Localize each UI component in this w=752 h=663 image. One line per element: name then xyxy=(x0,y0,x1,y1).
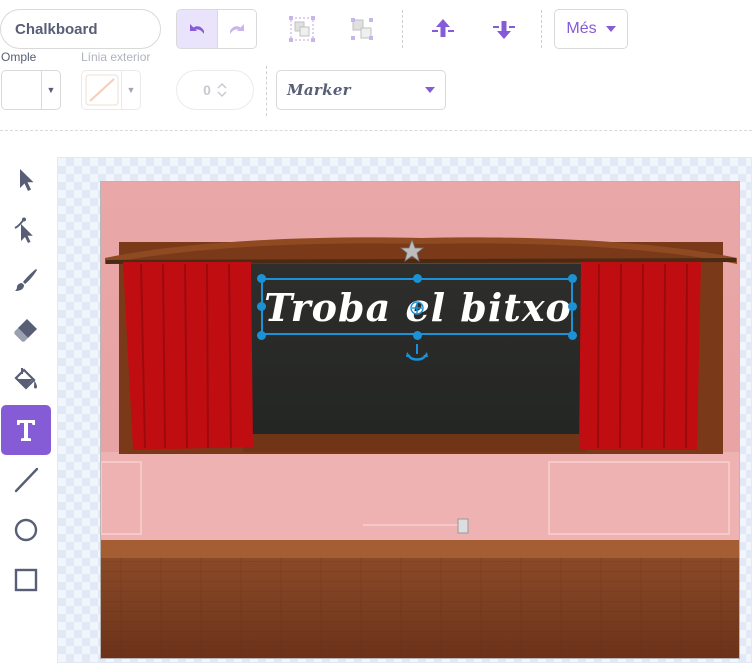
resize-handle[interactable] xyxy=(568,331,577,340)
resize-handle[interactable] xyxy=(257,331,266,340)
eraser-icon xyxy=(14,319,37,342)
outline-width-input[interactable]: 0 xyxy=(176,70,254,110)
resize-handle[interactable] xyxy=(413,274,422,283)
outline-color-picker[interactable]: ▼ xyxy=(81,70,141,110)
forward-button[interactable] xyxy=(423,9,463,49)
backdrop-image xyxy=(100,181,740,659)
forward-icon xyxy=(432,19,454,37)
backward-icon xyxy=(493,21,515,39)
reshape-tool[interactable] xyxy=(1,205,51,255)
group-button[interactable] xyxy=(282,9,322,49)
reshape-icon xyxy=(14,217,33,243)
outline-color-swatch xyxy=(82,71,122,109)
line-tool[interactable] xyxy=(1,455,51,505)
caret-down-icon xyxy=(425,87,435,93)
undo-icon xyxy=(189,24,204,34)
resize-handle[interactable] xyxy=(413,331,422,340)
resize-handle[interactable] xyxy=(568,302,577,311)
outline-width-value: 0 xyxy=(203,82,211,98)
circle-tool[interactable] xyxy=(1,505,51,555)
circle-icon xyxy=(14,518,38,542)
select-tool[interactable] xyxy=(1,155,51,205)
resize-handle[interactable] xyxy=(257,274,266,283)
redo-icon xyxy=(229,24,244,34)
rectangle-icon xyxy=(14,568,38,592)
toolbar-divider xyxy=(402,10,403,48)
toolbar-bottom-divider xyxy=(0,130,752,131)
caret-down-icon: ▼ xyxy=(46,85,56,95)
fill-color-swatch xyxy=(2,71,42,109)
text-tool[interactable] xyxy=(1,405,51,455)
move-center-icon[interactable] xyxy=(409,300,425,316)
select-arrow-icon xyxy=(20,169,34,191)
no-color-icon xyxy=(85,74,119,106)
caret-down-icon: ▼ xyxy=(126,85,136,95)
toolbar-divider xyxy=(541,10,542,48)
outline-label: Línia exterior xyxy=(81,50,151,64)
resize-handle[interactable] xyxy=(257,302,266,311)
fill-tool[interactable] xyxy=(1,355,51,405)
backward-button[interactable] xyxy=(484,9,524,49)
undo-redo-group xyxy=(176,9,257,49)
line-icon xyxy=(14,467,39,493)
rotate-handle-icon[interactable] xyxy=(406,344,428,364)
group-icon xyxy=(289,16,315,42)
fill-bucket-icon xyxy=(14,368,37,390)
rectangle-tool[interactable] xyxy=(1,555,51,605)
redo-button[interactable] xyxy=(216,10,256,48)
more-button[interactable]: Més xyxy=(554,9,628,49)
caret-down-icon xyxy=(605,26,616,32)
ungroup-button[interactable] xyxy=(342,9,382,49)
stepper-arrows-icon xyxy=(217,83,227,97)
eraser-tool[interactable] xyxy=(1,305,51,355)
costume-name-input[interactable] xyxy=(0,9,161,49)
ungroup-icon xyxy=(351,18,373,40)
brush-tool[interactable] xyxy=(1,255,51,305)
font-selected-value: Marker xyxy=(287,81,351,99)
brush-icon xyxy=(15,269,37,291)
toolbar-divider xyxy=(266,66,267,116)
more-label: Més xyxy=(566,20,597,37)
resize-handle[interactable] xyxy=(568,274,577,283)
text-icon xyxy=(17,420,35,441)
fill-label: Omple xyxy=(1,50,37,64)
undo-button[interactable] xyxy=(177,10,217,48)
fill-color-picker[interactable]: ▼ xyxy=(1,70,61,110)
font-dropdown[interactable]: Marker xyxy=(276,70,446,110)
